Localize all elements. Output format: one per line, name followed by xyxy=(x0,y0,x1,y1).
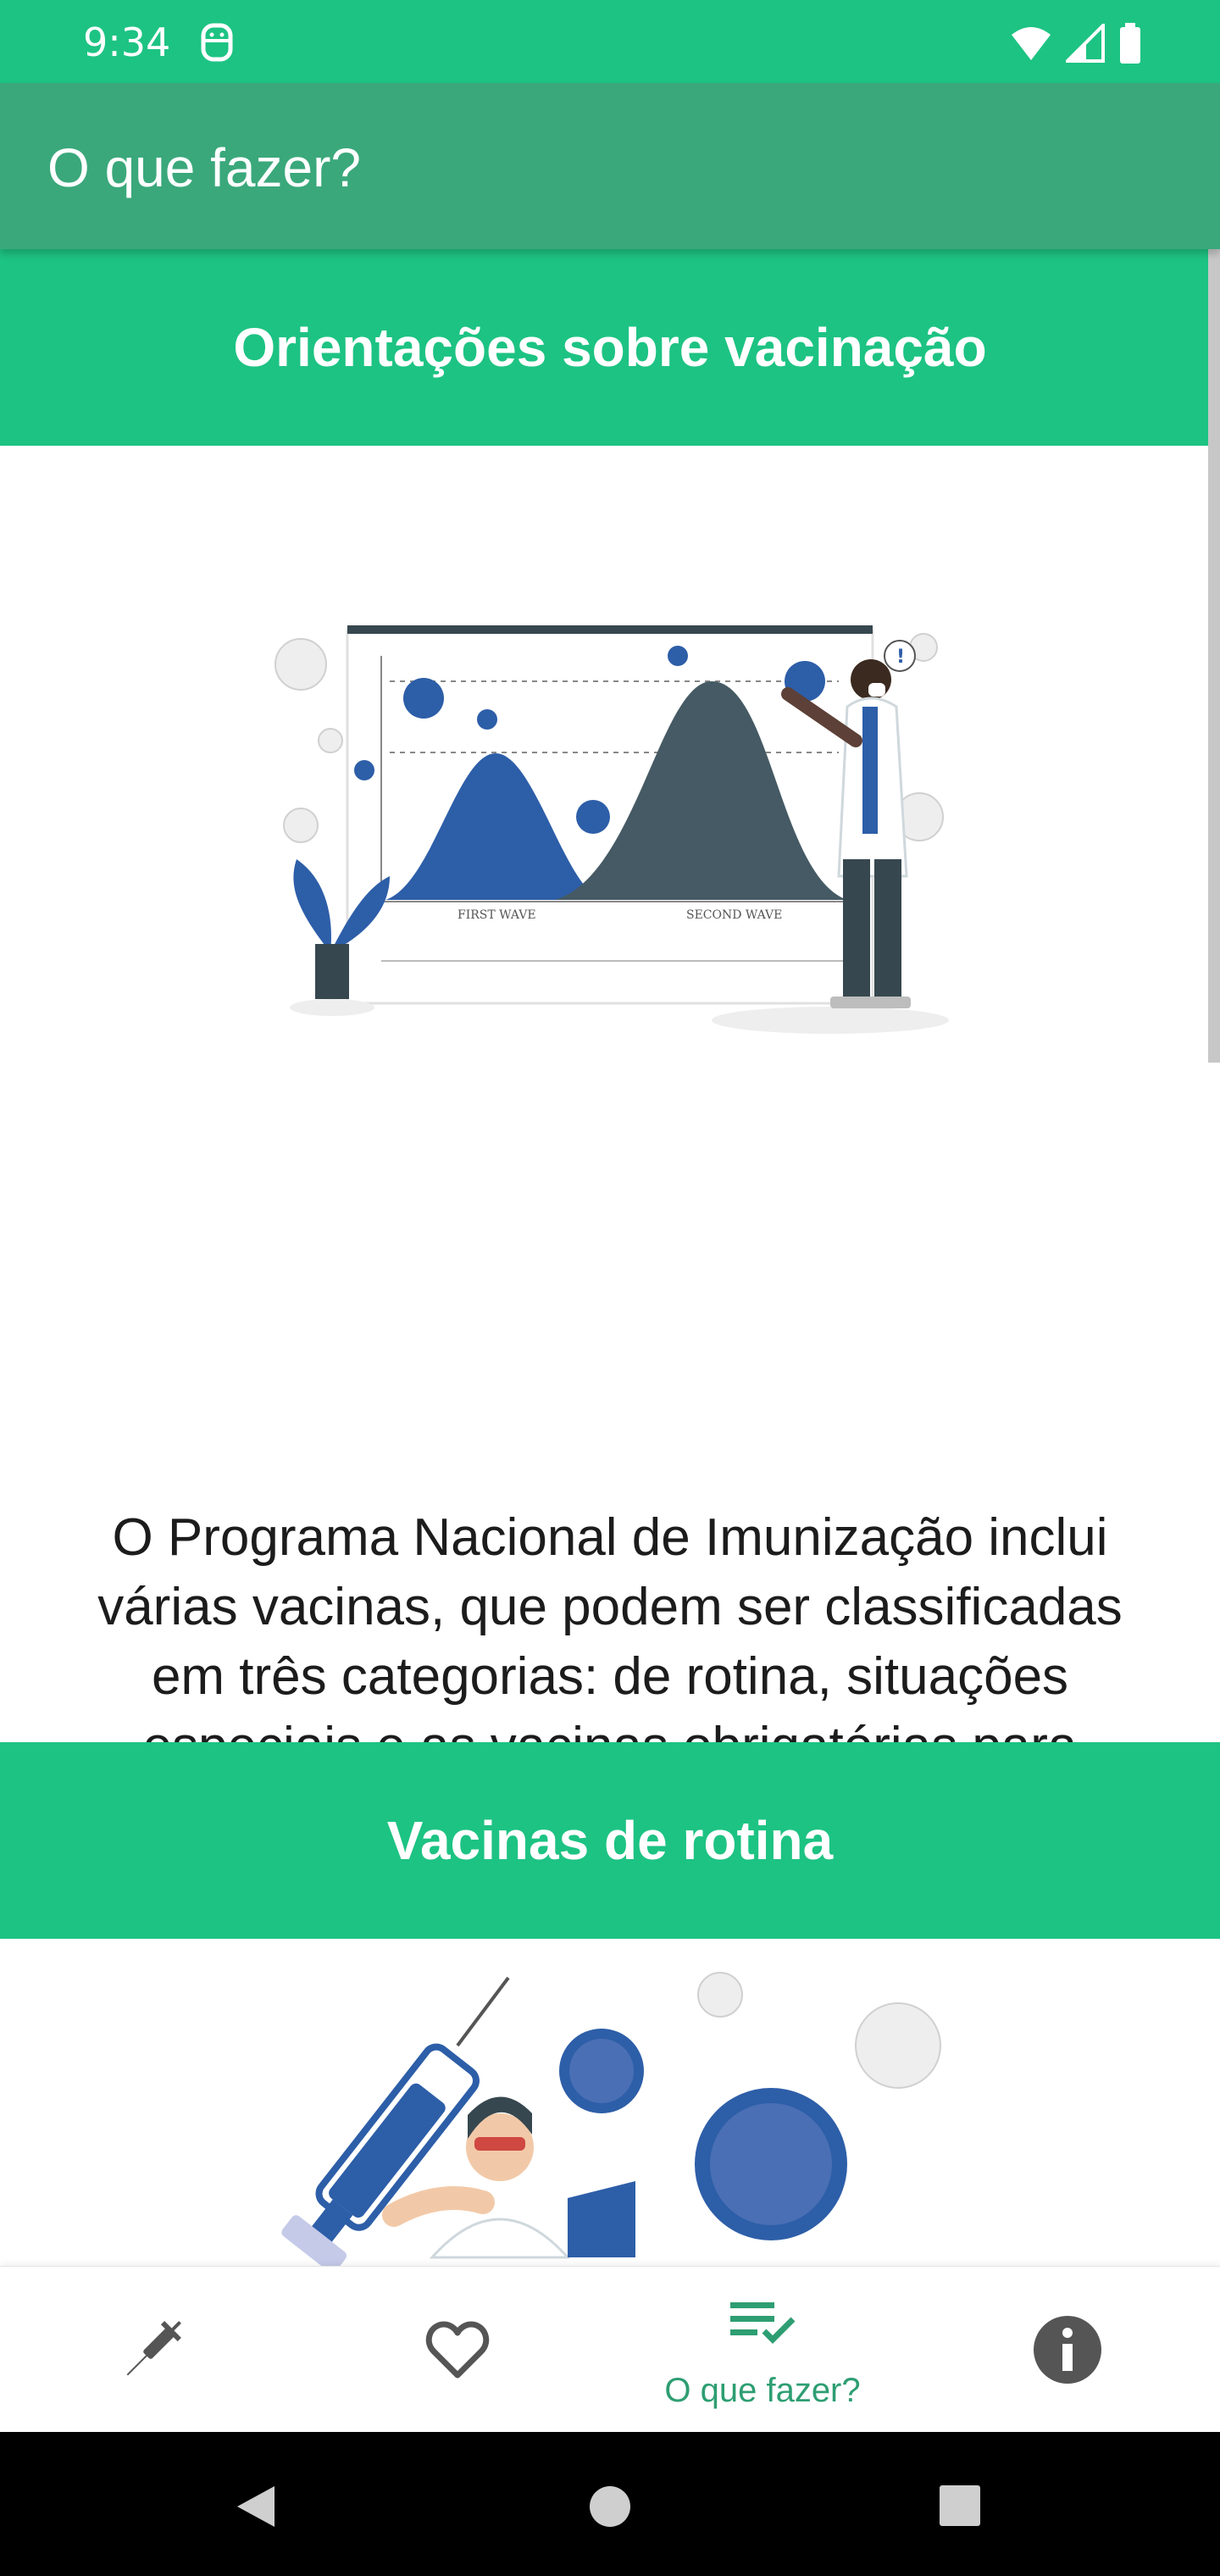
syringe-icon xyxy=(126,2321,181,2376)
section-title: Vacinas de rotina xyxy=(386,1810,834,1871)
recents-icon[interactable] xyxy=(939,2484,981,2527)
nav-item-info[interactable] xyxy=(915,2267,1220,2433)
system-navigation-bar xyxy=(0,2432,1220,2576)
signal-icon xyxy=(1066,24,1105,63)
chart-label-first-wave: FIRST WAVE xyxy=(458,908,536,922)
face-icon xyxy=(201,23,233,62)
checklist-icon xyxy=(730,2302,796,2344)
content-scroll[interactable]: Orientações sobre vacinação FIRST WAVE S… xyxy=(0,249,1220,2266)
app-bar-title: O que fazer? xyxy=(47,137,361,198)
status-bar: 9:34 xyxy=(0,0,1220,83)
status-icons xyxy=(1010,20,1142,66)
section-header-vaccination-guidance: Orientações sobre vacinação xyxy=(0,249,1220,446)
scrollbar[interactable] xyxy=(1208,249,1220,1063)
section-title: Orientações sobre vacinação xyxy=(233,317,987,378)
syringe-virus-illustration xyxy=(281,1972,941,2266)
bottom-navigation: O que fazer? xyxy=(0,2266,1220,2433)
app-bar: O que fazer? xyxy=(0,83,1220,249)
chart-label-second-wave: SECOND WAVE xyxy=(686,908,782,922)
info-icon xyxy=(1034,2316,1101,2384)
wifi-icon xyxy=(1012,27,1051,60)
svg-text:!: ! xyxy=(896,647,905,668)
doctor-chart-illustration: FIRST WAVE SECOND WAVE ! xyxy=(274,625,949,1034)
nav-item-favorites[interactable] xyxy=(305,2267,610,2433)
back-icon[interactable] xyxy=(234,2483,278,2530)
home-icon[interactable] xyxy=(588,2484,632,2529)
nav-item-vaccines[interactable] xyxy=(0,2267,305,2433)
heart-icon xyxy=(425,2321,490,2379)
nav-item-what-to-do[interactable]: O que fazer? xyxy=(610,2267,915,2433)
section-header-routine-vaccines: Vacinas de rotina xyxy=(0,1742,1220,1939)
status-time: 9:34 xyxy=(83,19,171,65)
nav-label: O que fazer? xyxy=(664,2372,861,2409)
battery-icon xyxy=(1120,23,1140,64)
